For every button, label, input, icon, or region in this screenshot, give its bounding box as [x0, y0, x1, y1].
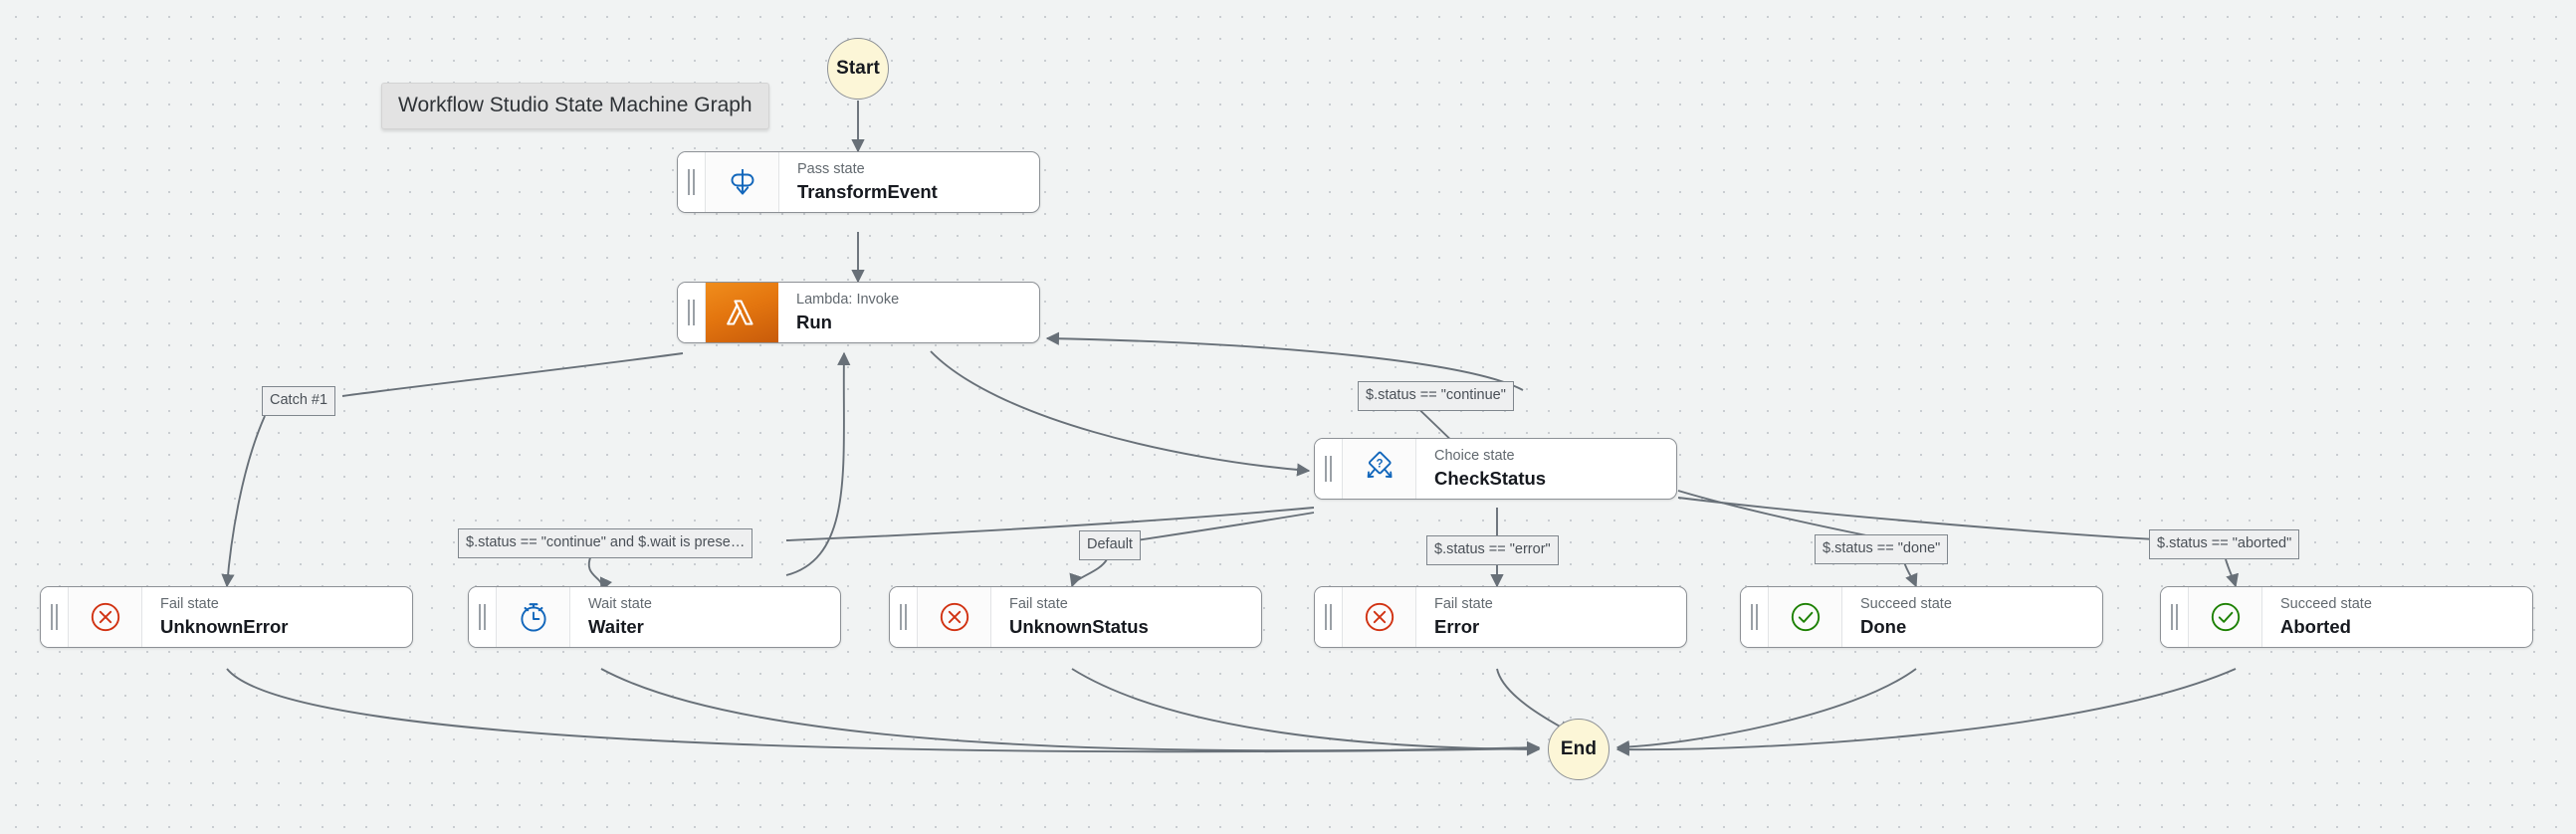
drag-handle[interactable] — [469, 587, 497, 647]
state-node-error[interactable]: Fail state Error — [1314, 586, 1687, 648]
svg-text:?: ? — [1376, 459, 1383, 471]
state-node-done[interactable]: Succeed state Done — [1740, 586, 2103, 648]
edge-checkstatus-to-default — [1116, 512, 1315, 544]
state-name-label: UnknownError — [160, 615, 289, 637]
drag-handle[interactable] — [1315, 439, 1343, 499]
pass-state-icon — [706, 152, 779, 212]
edge-unknownerror-to-end — [226, 668, 1541, 755]
edge-label-continue[interactable]: $.status == "continue" — [1358, 381, 1514, 411]
edge-checkstatus-to-aborted-label — [1677, 497, 2157, 540]
edge-label-catch-1[interactable]: Catch #1 — [262, 386, 336, 416]
edge-label-error[interactable]: $.status == "error" — [1426, 535, 1559, 565]
state-name-label: Waiter — [588, 615, 644, 637]
state-node-aborted[interactable]: Succeed state Aborted — [2160, 586, 2533, 648]
drag-handle[interactable] — [890, 587, 918, 647]
state-node-checkstatus[interactable]: ? Choice state CheckStatus — [1314, 438, 1677, 500]
state-node-unknownstatus[interactable]: Fail state UnknownStatus — [889, 586, 1262, 648]
drag-handle[interactable] — [41, 587, 69, 647]
state-name-label: Run — [796, 311, 832, 332]
state-node-unknownerror[interactable]: Fail state UnknownError — [40, 586, 413, 648]
succeed-state-icon — [2189, 587, 2262, 647]
edge-done-to-end — [1615, 668, 1917, 754]
state-kind-label: Fail state — [160, 596, 219, 613]
wait-state-icon — [497, 587, 570, 647]
state-name-label: Error — [1434, 615, 1480, 637]
edge-aborted-to-end — [1615, 668, 2237, 756]
edge-error-to-end — [1496, 668, 1573, 733]
edge-checkstatus-to-waiter — [785, 507, 1315, 541]
state-node-transformevent[interactable]: Pass state TransformEvent — [677, 151, 1040, 213]
edge-abortedlabel-to-aborted — [2225, 558, 2240, 588]
state-name-label: Done — [1860, 615, 1907, 637]
state-name-label: Aborted — [2280, 615, 2351, 637]
edge-label-continue-and-wait[interactable]: $.status == "continue" and $.wait is pre… — [458, 528, 753, 558]
state-kind-label: Fail state — [1009, 596, 1068, 613]
drag-handle[interactable] — [1741, 587, 1769, 647]
drag-handle[interactable] — [678, 283, 706, 342]
drag-handle[interactable] — [1315, 587, 1343, 647]
edge-default-to-unknownstatus — [1069, 558, 1108, 588]
edge-run-to-checkstatus — [930, 350, 1311, 477]
state-kind-label: Fail state — [1434, 596, 1493, 613]
end-node[interactable]: End — [1548, 719, 1610, 780]
state-name-label: UnknownStatus — [1009, 615, 1149, 637]
drag-handle[interactable] — [678, 152, 706, 212]
lambda-icon — [706, 283, 778, 342]
state-kind-label: Pass state — [797, 161, 865, 178]
state-name-label: CheckStatus — [1434, 467, 1547, 489]
edge-waitlabel-to-waiter — [587, 554, 613, 592]
state-kind-label: Wait state — [588, 596, 652, 613]
edge-label-default[interactable]: Default — [1079, 530, 1141, 560]
state-kind-label: Succeed state — [1860, 596, 1952, 613]
state-name-label: TransformEvent — [797, 180, 938, 202]
state-node-waiter[interactable]: Wait state Waiter — [468, 586, 841, 648]
edge-label-aborted[interactable]: $.status == "aborted" — [2149, 529, 2300, 559]
edge-waiter-bottom-to-end — [600, 668, 1541, 754]
state-node-run[interactable]: Lambda: Invoke Run — [677, 282, 1040, 343]
graph-title: Workflow Studio State Machine Graph — [381, 83, 769, 129]
fail-state-icon — [918, 587, 991, 647]
fail-state-icon — [69, 587, 142, 647]
drag-handle[interactable] — [2161, 587, 2189, 647]
state-kind-label: Choice state — [1434, 448, 1515, 465]
edge-label-done[interactable]: $.status == "done" — [1815, 534, 1949, 564]
choice-state-icon: ? — [1343, 439, 1416, 499]
edge-unknownstatus-to-end — [1071, 668, 1541, 756]
fail-state-icon — [1343, 587, 1416, 647]
edge-waiter-to-run — [785, 351, 851, 576]
edge-checkstatus-to-done-label — [1677, 490, 1882, 539]
edge-run-to-catch1 — [341, 352, 684, 397]
workflow-graph-canvas[interactable]: Workflow Studio State Machine Graph Star… — [0, 0, 2576, 834]
edge-catch1-to-unknownerror — [221, 415, 266, 588]
succeed-state-icon — [1769, 587, 1842, 647]
start-node[interactable]: Start — [827, 38, 889, 100]
state-kind-label: Lambda: Invoke — [796, 292, 900, 309]
state-kind-label: Succeed state — [2280, 596, 2372, 613]
